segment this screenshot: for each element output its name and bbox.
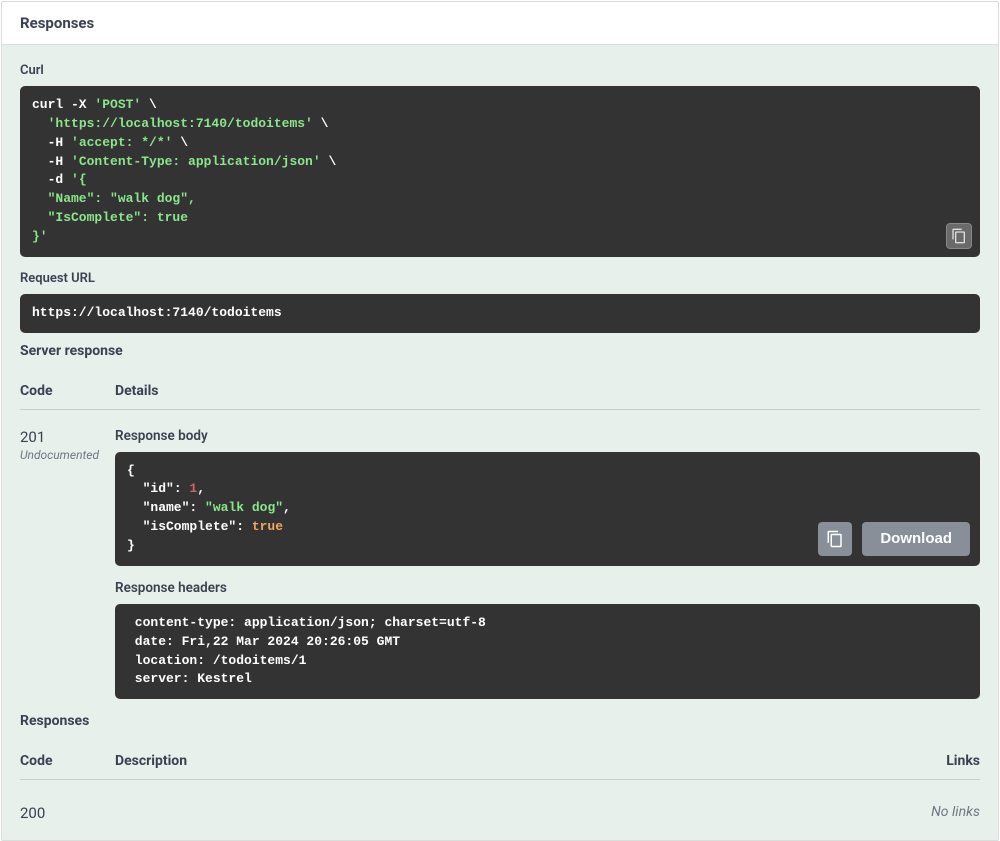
undocumented-label: Undocumented — [20, 448, 115, 462]
response-body-block: { "id": 1, "name": "walk dog", "isComple… — [115, 452, 980, 566]
panel-body: Curl curl -X 'POST' \ 'https://localhost… — [2, 45, 998, 840]
code-header: Code — [20, 377, 115, 410]
response-row-links: No links — [860, 798, 980, 820]
response-body-buttons: Download — [818, 522, 970, 556]
response-details-cell: Response body { "id": 1, "name": "walk d… — [115, 428, 980, 714]
request-url-label: Request URL — [20, 271, 980, 286]
response-headers-label: Response headers — [115, 580, 980, 596]
copy-curl-button[interactable] — [946, 223, 972, 249]
request-url-block: https://localhost:7140/todoitems — [20, 294, 980, 333]
curl-label: Curl — [20, 63, 980, 78]
response-row-desc — [115, 798, 860, 804]
panel-title: Responses — [20, 14, 94, 32]
download-button[interactable]: Download — [862, 522, 970, 556]
response-code-cell: 201 Undocumented — [20, 428, 115, 462]
curl-code-block: curl -X 'POST' \ 'https://localhost:7140… — [20, 86, 980, 257]
response-code: 201 — [20, 428, 115, 446]
server-response-label: Server response — [20, 343, 980, 369]
response-row-code: 200 — [20, 798, 115, 822]
server-response-grid: Code Details 201 Undocumented Response b… — [20, 377, 980, 714]
panel-header: Responses — [2, 2, 998, 45]
clipboard-icon — [826, 530, 844, 548]
details-header: Details — [115, 377, 980, 410]
responses-label: Responses — [20, 713, 980, 739]
response-headers-block: content-type: application/json; charset=… — [115, 604, 980, 699]
responses-code-header: Code — [20, 747, 115, 780]
responses-links-header: Links — [860, 747, 980, 780]
responses-panel: Responses Curl curl -X 'POST' \ 'https:/… — [1, 1, 999, 841]
responses-grid: Code Description Links 200 No links — [20, 747, 980, 822]
response-body-label: Response body — [115, 428, 980, 444]
clipboard-icon — [951, 228, 967, 244]
copy-response-button[interactable] — [818, 522, 852, 556]
responses-desc-header: Description — [115, 747, 860, 780]
